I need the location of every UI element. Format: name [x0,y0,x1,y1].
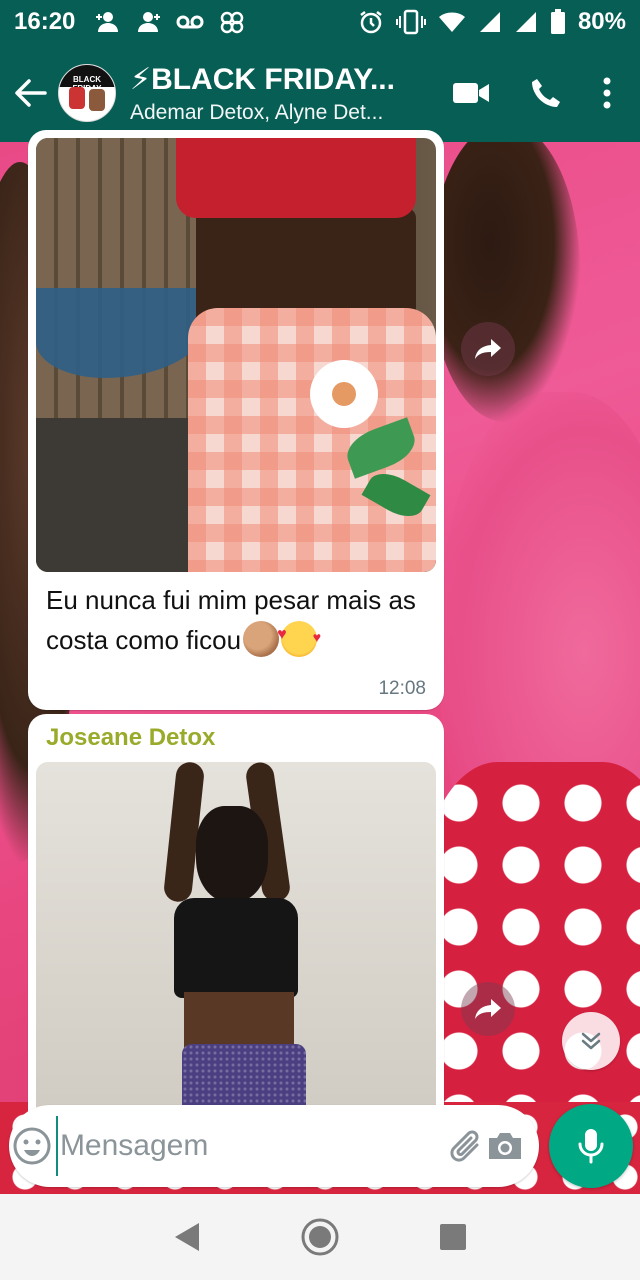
triangle-back-icon [174,1223,199,1251]
nav-home-button[interactable] [290,1207,350,1267]
photo-shape [176,138,416,218]
avatar-label: BLACK FRIDAY [59,65,115,93]
emoji-icon [13,1127,51,1165]
message-sender[interactable]: Joseane Detox [46,724,215,752]
microphone-icon [578,1129,604,1164]
back-button[interactable] [2,44,58,142]
vibrate-icon [395,9,426,35]
signal-icon [515,12,536,32]
chat-app-bar: BLACK FRIDAY ⚡BLACK FRIDAY... Ademar Det… [0,44,640,142]
photo-shape [316,366,372,422]
person-add-icon [138,12,161,32]
square-recents-icon [440,1224,467,1250]
pinwheel-icon [221,11,244,34]
nav-recents-button[interactable] [423,1207,483,1267]
status-bar: 16:20 80% [0,0,640,44]
voice-call-button[interactable] [530,77,562,109]
chat-title-block[interactable]: ⚡BLACK FRIDAY... Ademar Detox, Alyne Det… [130,62,452,125]
message-photo[interactable] [36,762,436,1134]
message-photo[interactable] [36,138,436,572]
message-composer [9,1105,539,1187]
camera-button[interactable] [485,1105,525,1187]
photo-shape [174,898,298,998]
more-options-button[interactable] [602,77,612,109]
more-options-icon [603,77,611,109]
attach-button[interactable] [446,1105,486,1187]
circle-home-icon [301,1218,339,1256]
battery-level: 80% [577,8,626,35]
group-avatar[interactable]: BLACK FRIDAY [58,64,116,122]
status-time: 16:20 [14,8,76,35]
top-bar: 16:20 80% BLACK FRIDAY ⚡BLACK FRIDAY... [0,0,640,142]
video-call-icon [453,83,489,103]
photo-shape [184,992,294,1052]
scroll-to-bottom-button[interactable] [562,1012,620,1070]
battery-icon [550,9,565,34]
paperclip-icon [450,1130,479,1162]
person-add-icon [96,12,119,32]
emoji-button[interactable] [9,1105,56,1187]
forward-button[interactable] [461,982,515,1036]
nav-back-button[interactable] [157,1207,217,1267]
forward-icon [475,339,501,359]
video-call-button[interactable] [452,80,490,106]
voice-call-icon [532,79,560,107]
message-bubble[interactable]: Joseane Detox [28,714,444,1134]
smiling-face-with-hearts-emoji [277,615,321,657]
chat-participants: Ademar Detox, Alyne Det... [130,100,384,124]
signal-icon [479,12,500,32]
avatar-figure [89,89,105,111]
system-navigation-bar [0,1194,640,1280]
camera-icon [489,1133,522,1159]
status-notification-icons [95,10,245,34]
double-chevron-down-icon [581,1032,601,1050]
avatar-figure [69,87,85,109]
message-input[interactable] [55,1116,446,1176]
chat-actions [452,77,612,109]
status-system-icons: 80% [358,8,626,36]
forward-button[interactable] [461,322,515,376]
message-bubble[interactable]: Eu nunca fui mim pesar mais as costa com… [28,130,444,710]
voicemail-icon [176,15,204,29]
message-text: Eu nunca fui mim pesar mais as costa com… [46,585,416,655]
chat-title: ⚡BLACK FRIDAY... [130,62,395,96]
photo-shape [196,806,268,902]
message-caption: Eu nunca fui mim pesar mais as costa com… [46,580,426,660]
alarm-icon [360,11,382,34]
message-time: 12:08 [378,678,426,699]
wifi-icon [438,12,465,32]
arrow-back-icon [15,79,47,107]
clapping-hands-emoji [243,621,280,657]
forward-icon [475,999,501,1019]
voice-message-button[interactable] [549,1104,633,1188]
wallpaper-shape [430,142,580,422]
